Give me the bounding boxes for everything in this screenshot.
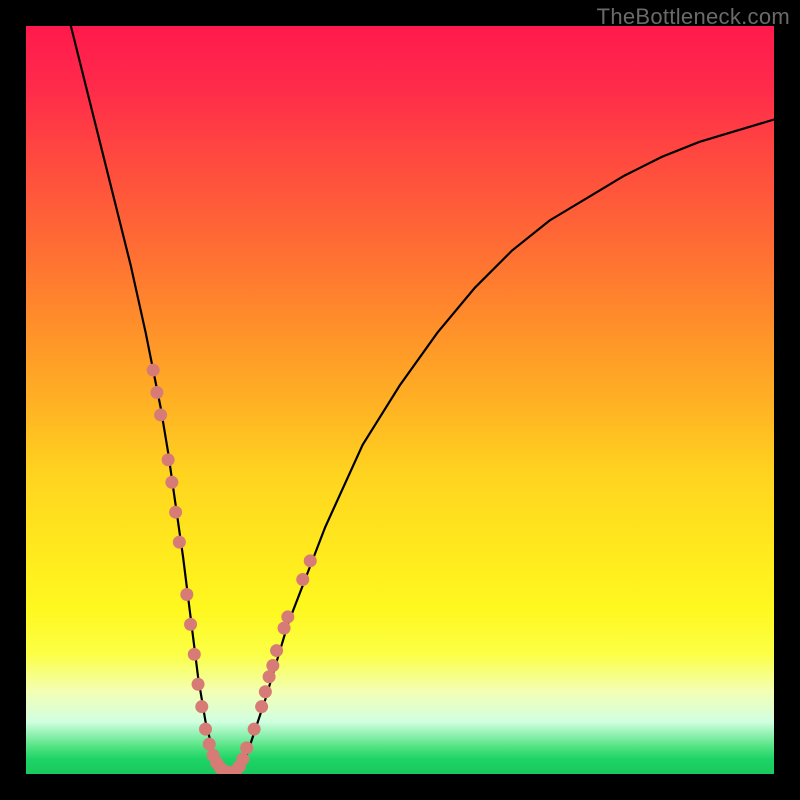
sample-dot [281,610,294,623]
sample-dot [263,670,276,683]
sample-dot [278,622,291,635]
sample-dot [154,408,167,421]
sample-dot [240,741,253,754]
sample-dot [304,554,317,567]
sample-dot [255,700,268,713]
sample-dot [184,618,197,631]
sample-dot [188,648,201,661]
sample-dot [180,588,193,601]
sample-dot [236,753,249,766]
curve-layer [26,26,774,774]
sample-dot [203,738,216,751]
sample-dot [199,723,212,736]
sample-dot [192,678,205,691]
sample-dot [173,536,186,549]
chart-frame: TheBottleneck.com [0,0,800,800]
sample-dot [296,573,309,586]
plot-area [26,26,774,774]
sample-dot [150,386,163,399]
sample-dot [147,364,160,377]
bottleneck-curve [71,26,774,774]
sample-dot [266,659,279,672]
watermark-text: TheBottleneck.com [597,4,790,30]
sample-dot [162,453,175,466]
sample-dot [165,476,178,489]
sample-dots [147,364,317,774]
sample-dot [270,644,283,657]
sample-dot [248,723,261,736]
sample-dot [195,700,208,713]
sample-dot [259,685,272,698]
sample-dot [169,506,182,519]
